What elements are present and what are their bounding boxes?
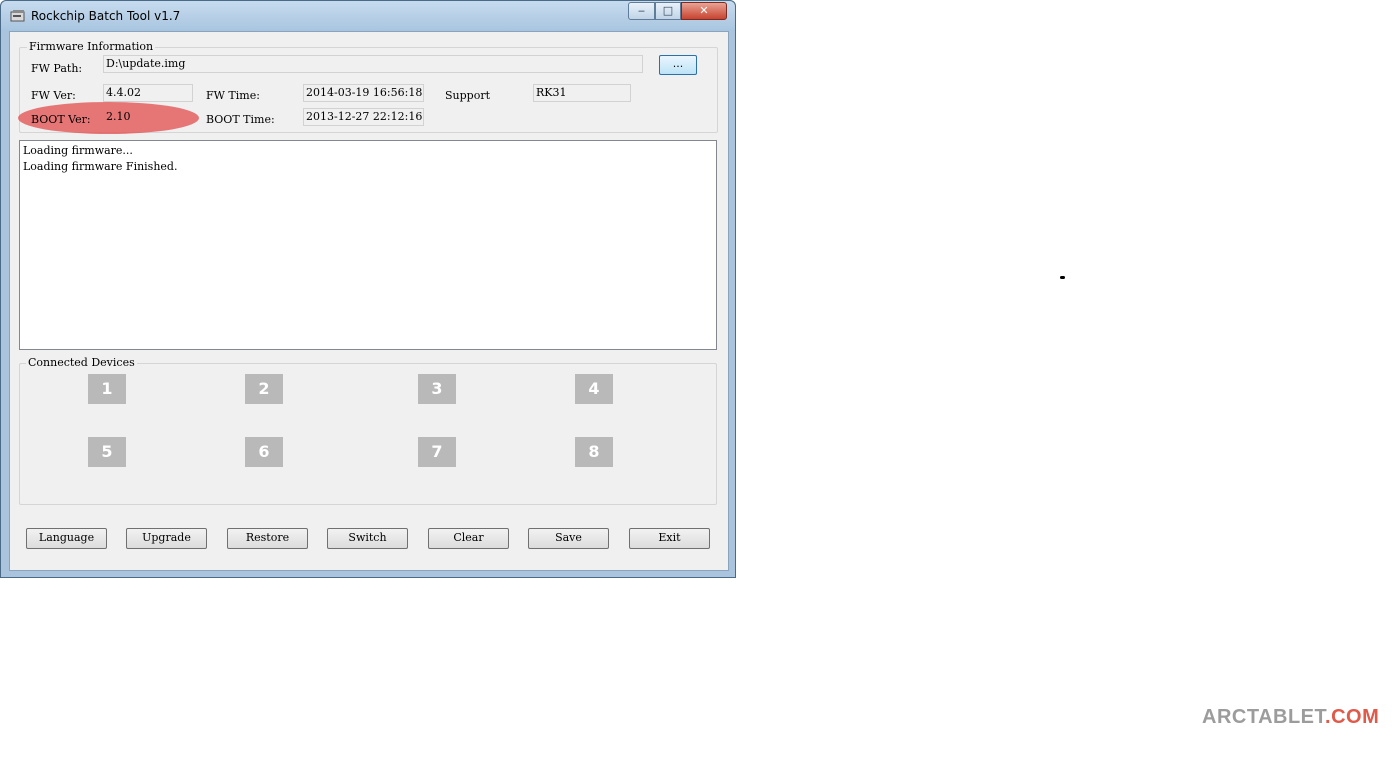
device-slot-7[interactable]: 7 xyxy=(418,437,456,467)
language-button[interactable]: Language xyxy=(26,528,107,549)
device-slot-2[interactable]: 2 xyxy=(245,374,283,404)
fw-time-label: FW Time: xyxy=(206,89,260,102)
log-line: Loading firmware... xyxy=(23,144,133,157)
app-icon xyxy=(10,10,25,22)
exit-button[interactable]: Exit xyxy=(629,528,710,549)
site-watermark: ARCTABLET.COM xyxy=(1202,706,1379,729)
watermark-main: ARCTABLET xyxy=(1202,706,1326,728)
clear-button[interactable]: Clear xyxy=(428,528,509,549)
upgrade-button[interactable]: Upgrade xyxy=(126,528,207,549)
browse-button[interactable]: ... xyxy=(659,55,697,75)
support-field: RK31 xyxy=(533,84,631,102)
fw-time-field: 2014-03-19 16:56:18 xyxy=(303,84,424,102)
boot-ver-label: BOOT Ver: xyxy=(31,113,91,126)
device-slot-6[interactable]: 6 xyxy=(245,437,283,467)
title-bar[interactable]: Rockchip Batch Tool v1.7 ‒ □ ✕ xyxy=(1,1,735,31)
stray-mark xyxy=(1060,276,1065,279)
maximize-button[interactable]: □ xyxy=(655,2,681,20)
log-line: Loading firmware Finished. xyxy=(23,160,178,173)
fw-path-label: FW Path: xyxy=(31,62,83,75)
save-button[interactable]: Save xyxy=(528,528,609,549)
fw-path-field[interactable]: D:\update.img xyxy=(103,55,643,73)
boot-ver-field: 2.10 xyxy=(106,110,131,123)
boot-time-field: 2013-12-27 22:12:16 xyxy=(303,108,424,126)
fw-ver-field: 4.4.02 xyxy=(103,84,193,102)
close-button[interactable]: ✕ xyxy=(681,2,727,20)
minimize-button[interactable]: ‒ xyxy=(628,2,655,20)
watermark-suffix: .COM xyxy=(1325,706,1380,728)
log-textarea[interactable]: Loading firmware... Loading firmware Fin… xyxy=(19,140,717,350)
switch-button[interactable]: Switch xyxy=(327,528,408,549)
fw-ver-label: FW Ver: xyxy=(31,89,76,102)
firmware-info-title: Firmware Information xyxy=(27,40,156,53)
device-slot-3[interactable]: 3 xyxy=(418,374,456,404)
support-label: Support xyxy=(445,89,491,102)
restore-button[interactable]: Restore xyxy=(227,528,308,549)
device-slot-1[interactable]: 1 xyxy=(88,374,126,404)
device-slot-5[interactable]: 5 xyxy=(88,437,126,467)
window-title: Rockchip Batch Tool v1.7 xyxy=(31,9,181,23)
device-slot-8[interactable]: 8 xyxy=(575,437,613,467)
device-slot-4[interactable]: 4 xyxy=(575,374,613,404)
boot-time-label: BOOT Time: xyxy=(206,113,275,126)
connected-devices-title: Connected Devices xyxy=(26,356,137,369)
